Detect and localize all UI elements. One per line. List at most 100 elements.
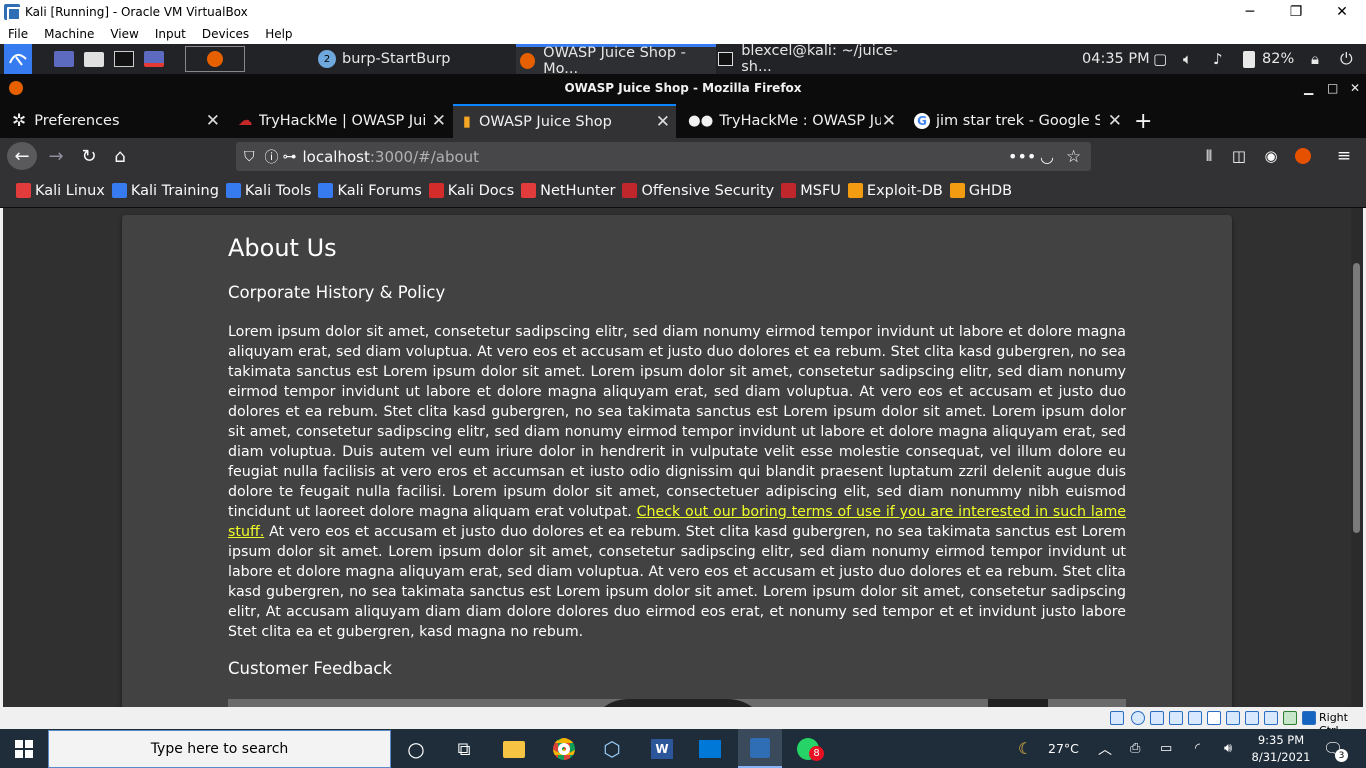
task-burp[interactable]: 2 burp-StartBurp [318,44,514,74]
navigation-bar: ← → ↻ ⌂ ⛉ ⓘ ⊶ localhost:3000/#/about •••… [0,138,1366,174]
lock-icon[interactable]: 🔒︎ [1311,44,1319,74]
whatsapp-icon[interactable]: 8 [796,737,824,761]
terminal-icon[interactable] [112,44,136,74]
volume-icon[interactable]: 🔈︎ [1183,44,1192,74]
close-tab-icon[interactable]: ✕ [656,112,670,132]
bookmark-kali-tools[interactable]: Kali Tools [225,183,311,199]
clock[interactable]: 04:35 PM [1082,44,1150,74]
bookmark-offensive-security[interactable]: Offensive Security [622,183,774,199]
cortana-icon[interactable]: ○ [404,737,428,761]
back-button[interactable]: ← [7,142,37,170]
close-button[interactable]: ✕ [1319,0,1365,24]
battery-icon[interactable] [1243,44,1261,74]
virtualbox-taskbar-icon[interactable] [738,729,782,768]
kali-icon [16,183,31,198]
chrome-icon[interactable] [552,737,576,761]
notifications-icon[interactable]: ♪ [1213,44,1223,74]
info-icon[interactable]: ⓘ [265,147,279,167]
bookmark-kali-training[interactable]: Kali Training [111,183,219,199]
task-view-icon[interactable]: ⧉ [452,737,476,761]
weather-icon[interactable]: ☾ [1018,729,1032,768]
scrollbar-thumb[interactable] [1353,263,1360,533]
tab-tryhackme-1[interactable]: ☁ TryHackMe | OWASP Juice Shop ✕ [228,104,452,138]
screen-icon[interactable]: ▢ [1153,44,1167,74]
shield-icon[interactable]: ⛉ [244,149,255,165]
shared-folders-icon[interactable] [1207,711,1221,725]
maximize-button[interactable]: ❐ [1273,0,1319,24]
kali-icon [111,183,127,198]
kali-menu-icon[interactable] [4,44,32,74]
usb-icon[interactable] [1188,711,1202,725]
keyboard-icon[interactable] [1302,711,1316,725]
extension-icon[interactable] [1288,142,1318,170]
close-tab-icon[interactable]: ✕ [206,111,220,131]
photos-icon[interactable] [698,737,722,761]
bookmark-kali-docs[interactable]: Kali Docs [428,183,514,199]
minimize-button[interactable]: ─ [1227,0,1273,24]
tab-juice-shop[interactable]: ▮ OWASP Juice Shop ✕ [453,104,676,138]
display-icon[interactable] [1226,711,1240,725]
page-actions-icon[interactable]: ••• [1008,147,1036,166]
bookmark-kali-linux[interactable]: Kali Linux [16,183,105,199]
weather-temp[interactable]: 27°C [1048,729,1079,768]
home-button[interactable]: ⌂ [105,142,135,170]
new-tab-button[interactable]: + [1134,104,1156,138]
bookmark-star-icon[interactable]: ☆ [1066,147,1081,167]
menu-icon[interactable]: ≡ [1329,142,1359,170]
taskbar-clock[interactable]: 9:35 PM 8/31/2021 [1252,729,1311,768]
bookmark-msfu[interactable]: MSFU [781,183,841,199]
pocket-icon[interactable]: ◡ [1040,147,1054,166]
speaker-icon[interactable]: 🔊︎ [1224,729,1232,768]
ff-maximize-button[interactable]: □ [1327,74,1338,102]
menu-view[interactable]: View [102,27,146,41]
menu-machine[interactable]: Machine [36,27,102,41]
tab-preferences[interactable]: ✲ Preferences ✕ [0,104,226,138]
meet-now-icon[interactable]: ⎙ [1130,729,1140,768]
close-tab-icon[interactable]: ✕ [1108,111,1122,131]
bookmark-nethunter[interactable]: NetHunter [521,183,615,199]
app-icon[interactable] [142,44,166,74]
network-icon[interactable] [1169,711,1183,725]
power-icon[interactable]: ⏻ [1340,44,1353,74]
tray-chevron-icon[interactable]: ︿ [1098,729,1112,768]
feedback-carousel-image[interactable] [228,699,1126,707]
bookmark-exploit-db[interactable]: Exploit-DB [847,183,943,199]
word-icon[interactable]: W [650,737,674,761]
file-explorer-icon[interactable] [502,737,526,761]
ff-close-button[interactable]: ✕ [1350,74,1360,102]
recording-icon[interactable] [1245,711,1259,725]
task-firefox[interactable]: OWASP Juice Shop - Mo... [516,44,716,77]
menu-input[interactable]: Input [147,27,194,41]
menu-devices[interactable]: Devices [194,27,257,41]
ff-minimize-button[interactable]: ▁ [1304,74,1313,102]
page-scrollbar[interactable] [1351,208,1363,707]
library-icon[interactable]: ⫴ [1194,142,1224,170]
bookmark-kali-forums[interactable]: Kali Forums [318,183,422,199]
url-bar[interactable]: ⛉ ⓘ ⊶ localhost:3000/#/about ••• ◡ ☆ [236,142,1091,171]
close-tab-icon[interactable]: ✕ [432,111,446,131]
close-tab-icon[interactable]: ✕ [882,111,896,131]
audio-icon[interactable] [1150,711,1164,725]
taskbar-search-box[interactable]: Type here to search [48,730,391,768]
wifi-icon[interactable]: ◜ [1195,729,1200,768]
account-icon[interactable]: ◉ [1256,142,1286,170]
menu-help[interactable]: Help [257,27,300,41]
bookmark-ghdb[interactable]: GHDB [949,183,1012,199]
tab-tryhackme-2[interactable]: ●● TryHackMe : OWASP Juice Shop ✕ [678,104,902,138]
optical-drive-icon[interactable] [1131,711,1145,725]
hdd-icon[interactable] [1110,711,1124,725]
battery-tray-icon[interactable]: ▭ [1160,729,1172,768]
reload-button[interactable]: ↻ [74,142,104,170]
tab-google[interactable]: G jim star trek - Google Search ✕ [904,104,1128,138]
workspace-icon[interactable] [52,44,76,74]
cube-app-icon[interactable]: ⬡ [600,737,624,761]
task-terminal[interactable]: blexcel@kali: ~/juice-sh... [718,43,918,75]
cpu-icon[interactable] [1264,711,1278,725]
sidebar-icon[interactable]: ◫ [1224,142,1254,170]
forward-button[interactable]: → [41,142,71,170]
mouse-integration-icon[interactable] [1283,711,1297,725]
file-manager-icon[interactable] [82,44,106,74]
windows-start-icon[interactable] [12,737,36,761]
menu-file[interactable]: File [0,27,36,41]
firefox-launcher-icon[interactable] [185,46,245,72]
